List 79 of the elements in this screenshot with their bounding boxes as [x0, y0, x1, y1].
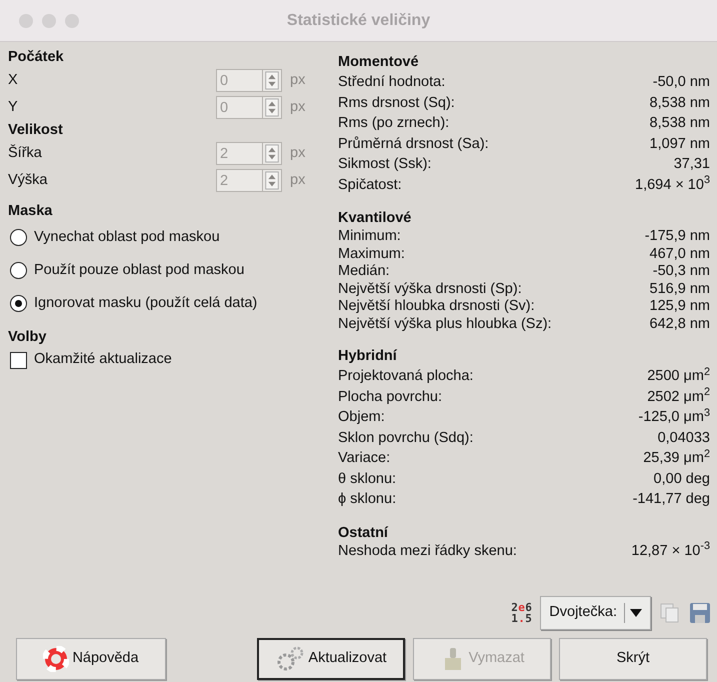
spin-arrows-icon[interactable]: [262, 96, 282, 119]
stat-label: Rms drsnost (Sq):: [338, 94, 455, 112]
stat-value: 0,04033: [658, 428, 710, 448]
spin-arrows-icon[interactable]: [262, 169, 282, 192]
stat-label: θ sklonu:: [338, 470, 396, 488]
stat-value: 125,9 nm: [650, 298, 710, 316]
section-heading: Volby: [8, 328, 48, 347]
stat-value: 8,538 nm: [650, 114, 710, 133]
stat-label: ϕ sklonu:: [338, 490, 396, 509]
help-button[interactable]: Nápověda: [16, 638, 166, 680]
checkbox[interactable]: [10, 352, 27, 368]
stat-value: 2502 μm$^{2}$: [647, 386, 710, 406]
stat-value: 1,097 nm: [650, 134, 710, 154]
stat-value: 25,39 μm$^{2}$: [643, 448, 710, 468]
field-label: Výška: [8, 170, 48, 190]
field-label: Y: [8, 98, 19, 117]
stat-value: -141,77 deg: [632, 490, 710, 509]
stat-label: Projektovaná plocha:: [338, 367, 474, 386]
radio-label[interactable]: Použít pouze oblast pod maskou: [34, 260, 244, 282]
section-heading: Počátek: [8, 48, 65, 67]
unit-label: px: [290, 98, 306, 117]
stat-value: 642,8 nm: [650, 316, 710, 333]
stat-value: -175,9 nm: [644, 228, 710, 246]
stat-label: Sklon povrchu (Sdq):: [338, 428, 474, 448]
stat-label: Neshoda mezi řádky skenu:: [338, 542, 517, 560]
copy-icon[interactable]: [659, 602, 681, 624]
number-format-icon[interactable]: 2e6 1.5: [511, 602, 532, 624]
stat-label: Průměrná drsnost (Sa):: [338, 134, 489, 154]
stat-label: Medián:: [338, 263, 390, 280]
stat-label: Rms (po zrnech):: [338, 114, 450, 133]
stat-label: Největší výška plus hloubka (Sz):: [338, 316, 552, 333]
spin-arrows-icon[interactable]: [262, 142, 282, 165]
stat-value: 2500 μm$^{2}$: [647, 366, 710, 386]
radio-label[interactable]: Ignorovat masku (použít celá data): [34, 292, 258, 314]
stat-label: Spičatost:: [338, 176, 402, 194]
radio-button[interactable]: [10, 295, 27, 312]
stat-value: 12,87 × 10$^{-3}$: [631, 542, 710, 560]
gears-icon: [275, 646, 306, 672]
stat-label: Plocha povrchu:: [338, 388, 442, 406]
caret-icon: [630, 609, 642, 617]
section-heading: Maska: [8, 202, 54, 221]
stat-label: Sikmost (Ssk):: [338, 155, 432, 174]
radio-button[interactable]: [10, 262, 27, 279]
stat-value: -50,3 nm: [652, 263, 710, 280]
stat-value: -125,0 μm$^{3}$: [638, 407, 710, 427]
section-heading: Ostatní: [338, 524, 390, 542]
update-button[interactable]: Aktualizovat: [257, 638, 405, 680]
unit-label: px: [290, 144, 306, 163]
checkbox-label[interactable]: Okamžité aktualizace: [34, 349, 172, 371]
unit-label: px: [290, 70, 306, 90]
stat-value: 0,00 deg: [654, 470, 710, 488]
save-icon[interactable]: [689, 602, 711, 624]
stat-label: Maximum:: [338, 246, 405, 263]
hide-button[interactable]: Skrýt: [559, 638, 707, 680]
separator-dropdown[interactable]: Dvojtečka:: [540, 596, 651, 630]
stat-label: Největší výška drsnosti (Sp):: [338, 280, 522, 298]
section-heading: Velikost: [8, 121, 64, 140]
section-heading: Hybridní: [338, 347, 398, 366]
stat-label: Střední hodnota:: [338, 73, 446, 92]
stat-value: 516,9 nm: [650, 280, 710, 298]
field-label: X: [8, 70, 19, 90]
radio-button[interactable]: [10, 229, 27, 246]
stat-value: 37,31: [674, 155, 710, 174]
stat-value: 467,0 nm: [650, 246, 710, 263]
stat-value: 8,538 nm: [650, 94, 710, 112]
stat-label: Největší hloubka drsnosti (Sv):: [338, 298, 535, 316]
window-title: Statistické veličiny: [286, 12, 430, 28]
field-label: Šířka: [8, 143, 43, 163]
unit-label: px: [290, 170, 306, 190]
stat-value: -50,0 nm: [652, 73, 710, 92]
section-heading: Momentové: [338, 53, 420, 72]
stat-label: Variace:: [338, 449, 390, 468]
section-heading: Kvantilové: [338, 209, 412, 228]
stat-label: Objem:: [338, 408, 385, 427]
radio-label[interactable]: Vynechat oblast pod maskou: [34, 226, 220, 248]
stat-value: 1,694 × 10$^{3}$: [635, 174, 710, 194]
stat-label: Minimum:: [338, 228, 401, 246]
spin-arrows-icon[interactable]: [262, 69, 282, 92]
lifebuoy-icon: [43, 646, 70, 672]
